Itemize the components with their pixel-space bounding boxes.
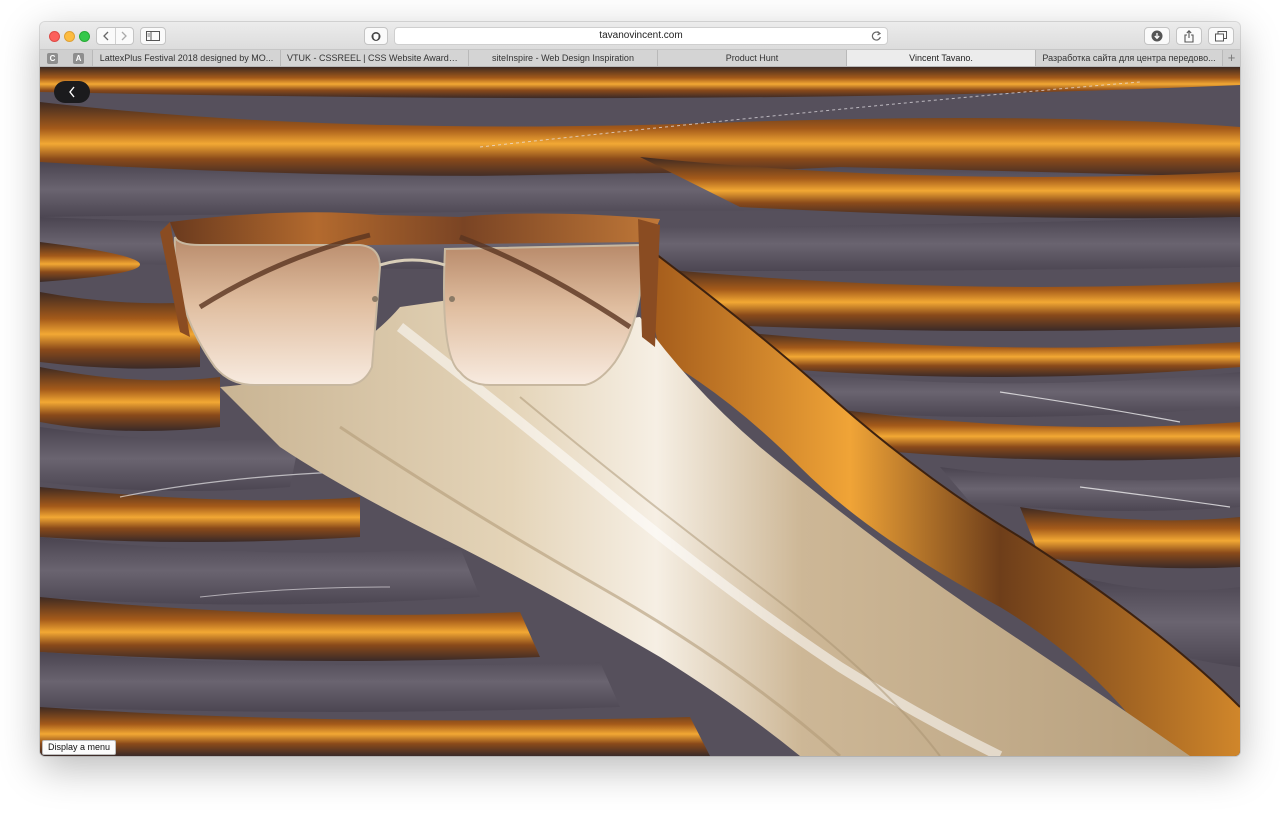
tab-overview-button[interactable] bbox=[1208, 27, 1234, 45]
tab-siteinspire[interactable]: siteInspire - Web Design Inspiration bbox=[468, 50, 657, 66]
minimize-window-button[interactable] bbox=[64, 31, 75, 42]
close-window-button[interactable] bbox=[49, 31, 60, 42]
page-content: Display a menu bbox=[40, 67, 1240, 756]
download-icon bbox=[1151, 30, 1163, 42]
new-tab-button[interactable]: + bbox=[1222, 50, 1240, 66]
browser-window: tavanovincent.com C A LattexPlus Festiva… bbox=[40, 22, 1240, 756]
share-button[interactable] bbox=[1176, 27, 1202, 45]
tabs-overview-icon bbox=[1215, 30, 1227, 41]
hero-artwork bbox=[40, 67, 1240, 756]
menu-tooltip: Display a menu bbox=[42, 740, 117, 755]
pinned-tab[interactable]: A bbox=[73, 53, 84, 64]
history-nav bbox=[96, 27, 134, 45]
tab-product-hunt[interactable]: Product Hunt bbox=[657, 50, 846, 66]
pinned-tab[interactable]: C bbox=[47, 53, 58, 64]
tab-vincent-tavano[interactable]: Vincent Tavano. bbox=[846, 50, 1035, 66]
shield-icon bbox=[371, 31, 381, 41]
tab-bar: C A LattexPlus Festival 2018 designed by… bbox=[40, 50, 1240, 67]
tab-russian-site[interactable]: Разработка сайта для центра передово... bbox=[1035, 50, 1222, 66]
tab-lattexplus[interactable]: LattexPlus Festival 2018 designed by MO.… bbox=[92, 50, 280, 66]
sidebar-button[interactable] bbox=[140, 27, 166, 45]
downloads-button[interactable] bbox=[1144, 27, 1170, 45]
chevron-left-icon bbox=[69, 86, 75, 98]
url-text: tavanovincent.com bbox=[599, 30, 683, 41]
chevron-right-icon bbox=[122, 31, 128, 41]
browser-toolbar: tavanovincent.com bbox=[40, 22, 1240, 50]
share-icon bbox=[1184, 29, 1194, 43]
sidebar-icon bbox=[146, 31, 160, 41]
address-bar[interactable]: tavanovincent.com bbox=[394, 27, 888, 45]
zoom-window-button[interactable] bbox=[79, 31, 90, 42]
back-button[interactable] bbox=[97, 28, 115, 44]
privacy-button[interactable] bbox=[364, 27, 388, 45]
reload-icon[interactable] bbox=[871, 30, 882, 42]
chevron-left-icon bbox=[103, 31, 109, 41]
page-back-button[interactable] bbox=[54, 81, 90, 103]
tab-cssreel[interactable]: VTUK - CSSREEL | CSS Website Awards |... bbox=[280, 50, 468, 66]
forward-button[interactable] bbox=[114, 28, 133, 44]
